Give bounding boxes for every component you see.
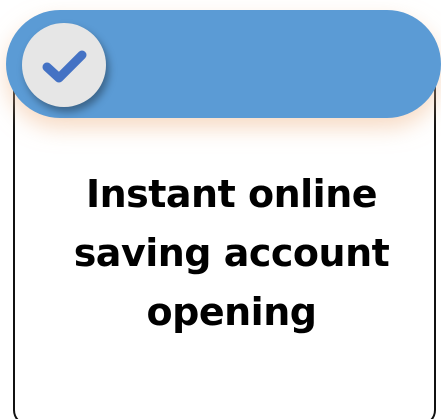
- feature-card-stage: Instant online saving account opening: [0, 0, 441, 419]
- card-title: Instant online saving account opening: [73, 172, 390, 334]
- checkmark-icon: [42, 50, 87, 83]
- check-badge: [22, 23, 106, 107]
